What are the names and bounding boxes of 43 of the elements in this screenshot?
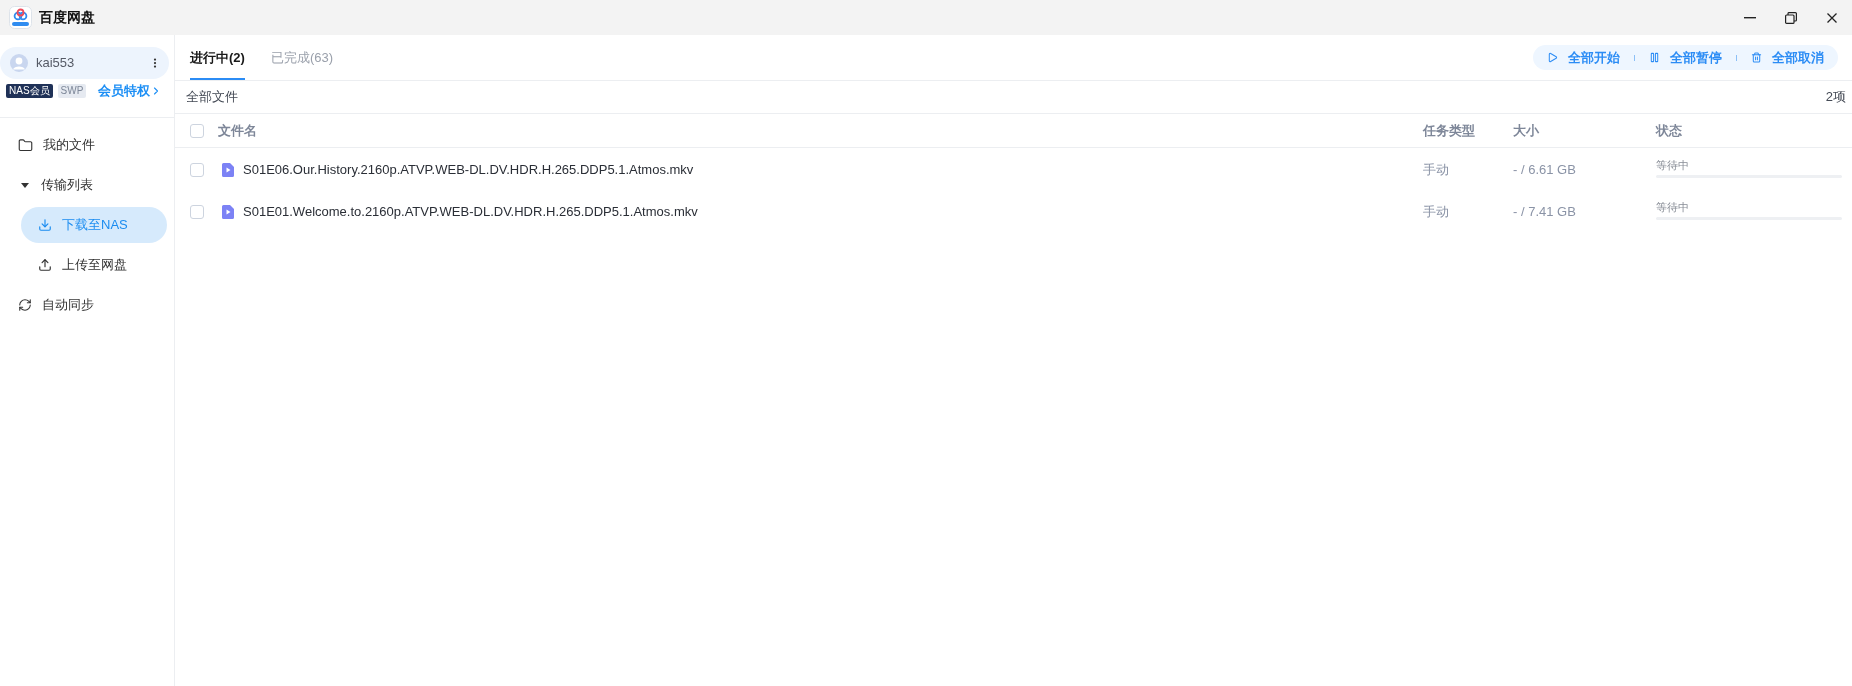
restore-icon xyxy=(1784,11,1797,24)
folder-icon xyxy=(18,137,33,153)
column-header: 任务类型 xyxy=(1423,121,1476,140)
table-row[interactable]: S01E06.Our.History.2160p.ATVP.WEB-DL.DV.HDR.H.265.DDP5.1.Atmos.mkv 手动 - / 6.61 GB 等待中 xyxy=(175,149,1852,191)
sidebar-item[interactable]: 上传至网盘 xyxy=(21,247,167,283)
column-header: 文件名 xyxy=(218,121,258,140)
task-type: 手动 xyxy=(1423,161,1450,180)
pause-icon xyxy=(1649,52,1660,63)
tab[interactable]: 进行中(2) xyxy=(190,35,245,80)
user-card[interactable]: kai553 xyxy=(0,47,169,79)
avatar-icon xyxy=(10,54,28,72)
upload-icon xyxy=(38,258,52,272)
video-file-icon xyxy=(222,163,234,177)
column-header: 大小 xyxy=(1513,121,1540,140)
sidebar-item[interactable]: 自动同步 xyxy=(0,287,174,323)
file-size: - / 6.61 GB xyxy=(1513,161,1577,180)
membership-badge: NAS会员 xyxy=(6,84,53,98)
app-logo-icon xyxy=(9,6,32,29)
play-icon xyxy=(1547,52,1558,63)
user-name: kai553 xyxy=(36,54,76,73)
sidebar-item[interactable]: 我的文件 xyxy=(0,127,174,163)
download-icon xyxy=(38,218,52,232)
file-name: S01E06.Our.History.2160p.ATVP.WEB-DL.DV.HDR.H.265.DDP5.1.Atmos.mkv xyxy=(243,161,694,180)
file-name: S01E01.Welcome.to.2160p.ATVP.WEB-DL.DV.HDR.H.265.DDP5.1.Atmos.mkv xyxy=(243,203,698,222)
column-header: 状态 xyxy=(1656,121,1683,140)
trash-icon xyxy=(1751,52,1762,63)
task-status: 等待中 xyxy=(1656,200,1690,214)
checkbox[interactable] xyxy=(190,163,204,177)
breadcrumb-path[interactable]: 全部文件 xyxy=(186,87,238,107)
task-type: 手动 xyxy=(1423,203,1450,222)
sync-icon xyxy=(18,298,32,312)
close-icon xyxy=(1826,12,1837,23)
file-size: - / 7.41 GB xyxy=(1513,203,1577,222)
task-status: 等待中 xyxy=(1656,158,1690,172)
video-file-icon xyxy=(222,205,234,219)
membership-badge: SWP xyxy=(57,84,87,98)
window-title: 百度网盘 xyxy=(39,8,95,27)
checkbox[interactable] xyxy=(190,123,204,138)
sidebar-group[interactable]: 传输列表 xyxy=(0,167,174,203)
table-row[interactable]: S01E01.Welcome.to.2160p.ATVP.WEB-DL.DV.HDR.H.265.DDP5.1.Atmos.mkv 手动 - / 7.41 GB 等待中 xyxy=(175,191,1852,233)
checkbox[interactable] xyxy=(190,205,204,219)
item-count: 2项 xyxy=(1825,88,1846,107)
minimize-icon xyxy=(1743,16,1756,19)
